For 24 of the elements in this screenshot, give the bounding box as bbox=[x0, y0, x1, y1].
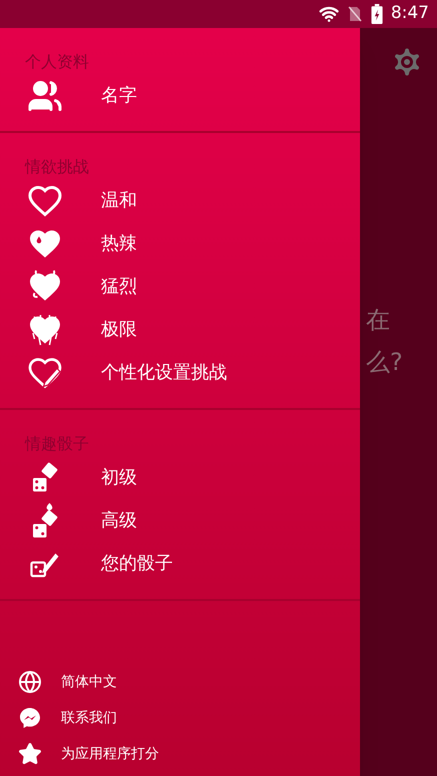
menu-item[interactable]: 温和 bbox=[0, 179, 360, 222]
footer-item[interactable]: 联系我们 bbox=[0, 700, 360, 736]
footer-item[interactable]: 简体中文 bbox=[0, 664, 360, 700]
menu-item[interactable]: 您的骰子 bbox=[0, 542, 360, 585]
status-time: 8:47 bbox=[390, 2, 429, 26]
menu-item[interactable]: 初级 bbox=[0, 456, 360, 499]
menu-item[interactable]: 高级 bbox=[0, 499, 360, 542]
menu-item[interactable]: 名字 bbox=[0, 74, 360, 117]
menu-item[interactable]: 热辣 bbox=[0, 222, 360, 265]
section-header: 情趣骰子 bbox=[24, 433, 90, 455]
no-sim-icon bbox=[346, 6, 363, 22]
star-icon bbox=[18, 742, 42, 766]
battery-icon bbox=[370, 4, 383, 24]
background-text: 么? bbox=[366, 347, 404, 378]
messenger-icon bbox=[18, 706, 42, 730]
menu-item[interactable]: 极限 bbox=[0, 308, 360, 351]
footer-item[interactable]: 为应用程序打分 bbox=[0, 736, 360, 772]
section-header: 情欲挑战 bbox=[24, 156, 90, 178]
background-text: 在 bbox=[366, 305, 391, 336]
wifi-icon bbox=[318, 4, 339, 24]
globe-icon bbox=[18, 670, 42, 694]
menu-item[interactable]: 个性化设置挑战 bbox=[0, 351, 360, 394]
menu-item[interactable]: 猛烈 bbox=[0, 265, 360, 308]
section-header: 个人资料 bbox=[24, 51, 90, 73]
